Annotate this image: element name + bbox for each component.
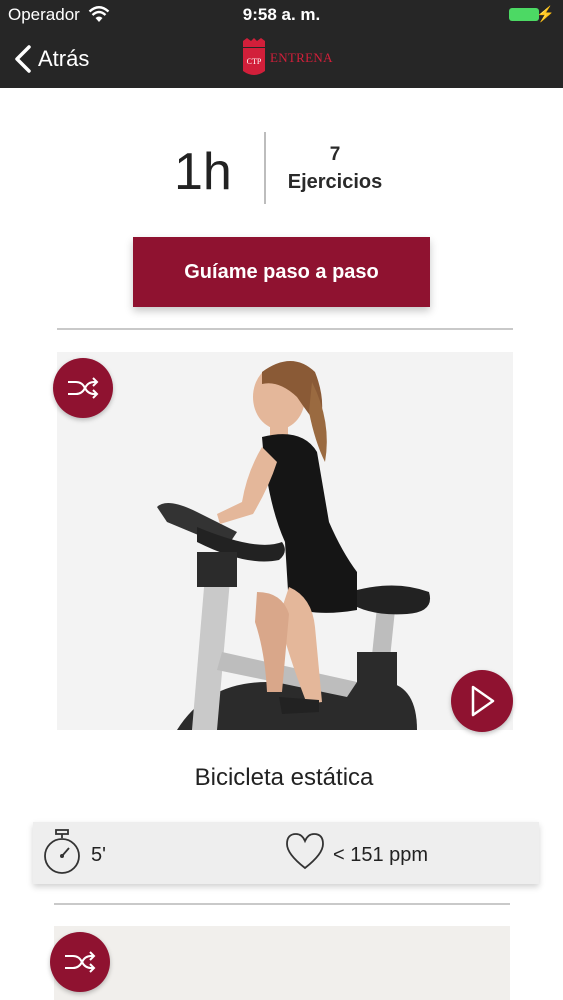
logo-shield-icon: CTP — [243, 38, 265, 75]
chevron-left-icon — [15, 45, 31, 73]
charging-icon: ⚡ — [536, 6, 555, 23]
status-bar: Operador 9:58 a. m. ⚡ — [0, 0, 563, 30]
shuffle-icon — [68, 377, 99, 399]
shuffle-button[interactable] — [53, 358, 113, 418]
top-bar: Operador 9:58 a. m. ⚡ Atrás CTP ENTRENA — [0, 0, 563, 88]
stopwatch-icon — [44, 829, 80, 874]
exercise-image[interactable] — [54, 926, 510, 1000]
nav-bar: Atrás CTP ENTRENA — [0, 30, 563, 88]
battery-icon — [509, 8, 539, 21]
shuffle-button[interactable] — [50, 932, 110, 992]
logo-text: ENTRENA — [270, 50, 333, 65]
exercise-image[interactable] — [57, 352, 513, 730]
exercise-name: Bicicleta estática — [194, 764, 374, 791]
section-divider — [54, 903, 510, 905]
status-time: 9:58 a. m. — [242, 5, 321, 24]
workout-summary: 1h 7 Ejercicios — [0, 130, 563, 206]
exercises-label: Ejercicios — [287, 171, 383, 193]
section-divider — [57, 328, 513, 330]
heart-icon — [286, 833, 324, 870]
app-logo: CTP ENTRENA — [240, 36, 333, 80]
svg-text:CTP: CTP — [247, 57, 262, 66]
guide-step-by-step-button[interactable]: Guíame paso a paso — [133, 237, 430, 307]
back-label: Atrás — [38, 46, 90, 71]
play-icon — [471, 685, 495, 717]
duration-value: 1h — [174, 143, 232, 201]
exercises-count: 7 — [329, 144, 341, 165]
summary-divider — [264, 132, 266, 204]
play-button[interactable] — [451, 670, 513, 732]
stationary-bike-illustration — [57, 352, 513, 730]
back-button[interactable]: Atrás — [14, 42, 89, 76]
heart-rate-value: < 151 ppm — [333, 844, 429, 866]
exercise-info-card: 5' < 151 ppm — [33, 822, 539, 884]
shuffle-icon — [65, 951, 96, 973]
exercise-duration: 5' — [91, 844, 106, 866]
